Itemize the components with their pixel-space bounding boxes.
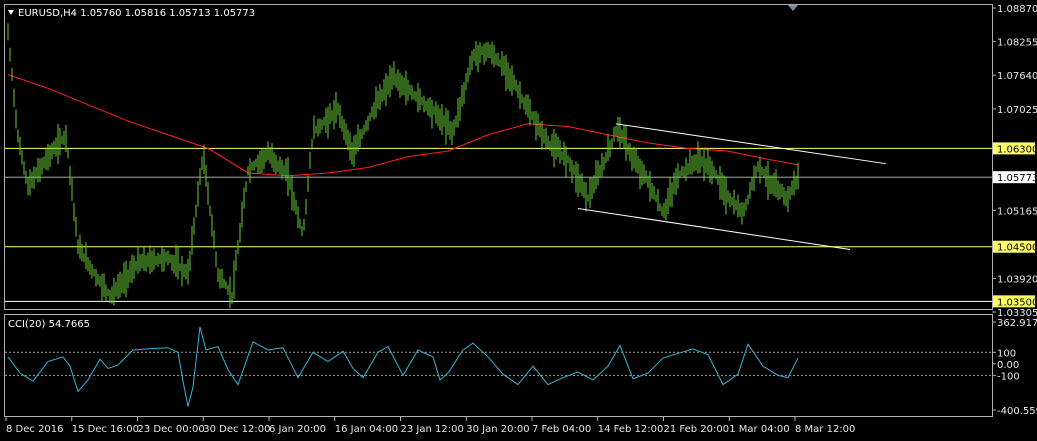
cci-tick-label: -400.5593 [997, 406, 1037, 417]
level-badge-label: 1.04500 [997, 243, 1037, 254]
cci-header: CCI(20) 54.7665 [8, 319, 90, 330]
time-tick-label: 7 Feb 04:00 [532, 424, 591, 435]
time-tick-label: 8 Mar 12:00 [795, 424, 855, 435]
cci-tick-label: 362.9172 [997, 318, 1037, 329]
current-price-label: 1.05773 [997, 173, 1037, 184]
price-tick-label: 1.07640 [997, 71, 1037, 82]
time-tick-label: 21 Feb 20:00 [664, 424, 730, 435]
price-tick-label: 1.08870 [997, 4, 1037, 15]
price-tick-label: 1.05165 [997, 206, 1037, 217]
time-tick-label: 6 Jan 20:00 [269, 424, 326, 435]
level-badge-label: 1.03500 [997, 297, 1037, 308]
time-tick-label: 1 Mar 04:00 [729, 424, 789, 435]
time-tick-label: 23 Jan 12:00 [401, 424, 464, 435]
cci-tick-label: 0.00 [997, 360, 1019, 371]
price-tick-label: 1.03920 [997, 274, 1037, 285]
time-tick-label: 30 Dec 12:00 [203, 424, 270, 435]
time-tick-label: 15 Dec 16:00 [72, 424, 139, 435]
price-tick-label: 1.07025 [997, 105, 1037, 116]
time-tick-label: 14 Feb 12:00 [598, 424, 664, 435]
time-tick-label: 23 Dec 00:00 [138, 424, 205, 435]
time-tick-label: 16 Jan 04:00 [335, 424, 398, 435]
cci-tick-label: -100 [997, 371, 1020, 382]
time-tick-label: 30 Jan 20:00 [466, 424, 529, 435]
cci-tick-label: 100 [997, 348, 1016, 359]
level-badge-label: 1.06300 [997, 144, 1037, 155]
chart-canvas: 1.08870 1.08255 1.07640 1.07025 1.06300 1.057… [0, 0, 1037, 441]
price-tick-label: 1.08255 [997, 38, 1037, 49]
time-tick-label: 8 Dec 2016 [6, 424, 64, 435]
symbol-header: EURUSD,H4 1.05760 1.05816 1.05713 1.0577… [18, 8, 255, 19]
